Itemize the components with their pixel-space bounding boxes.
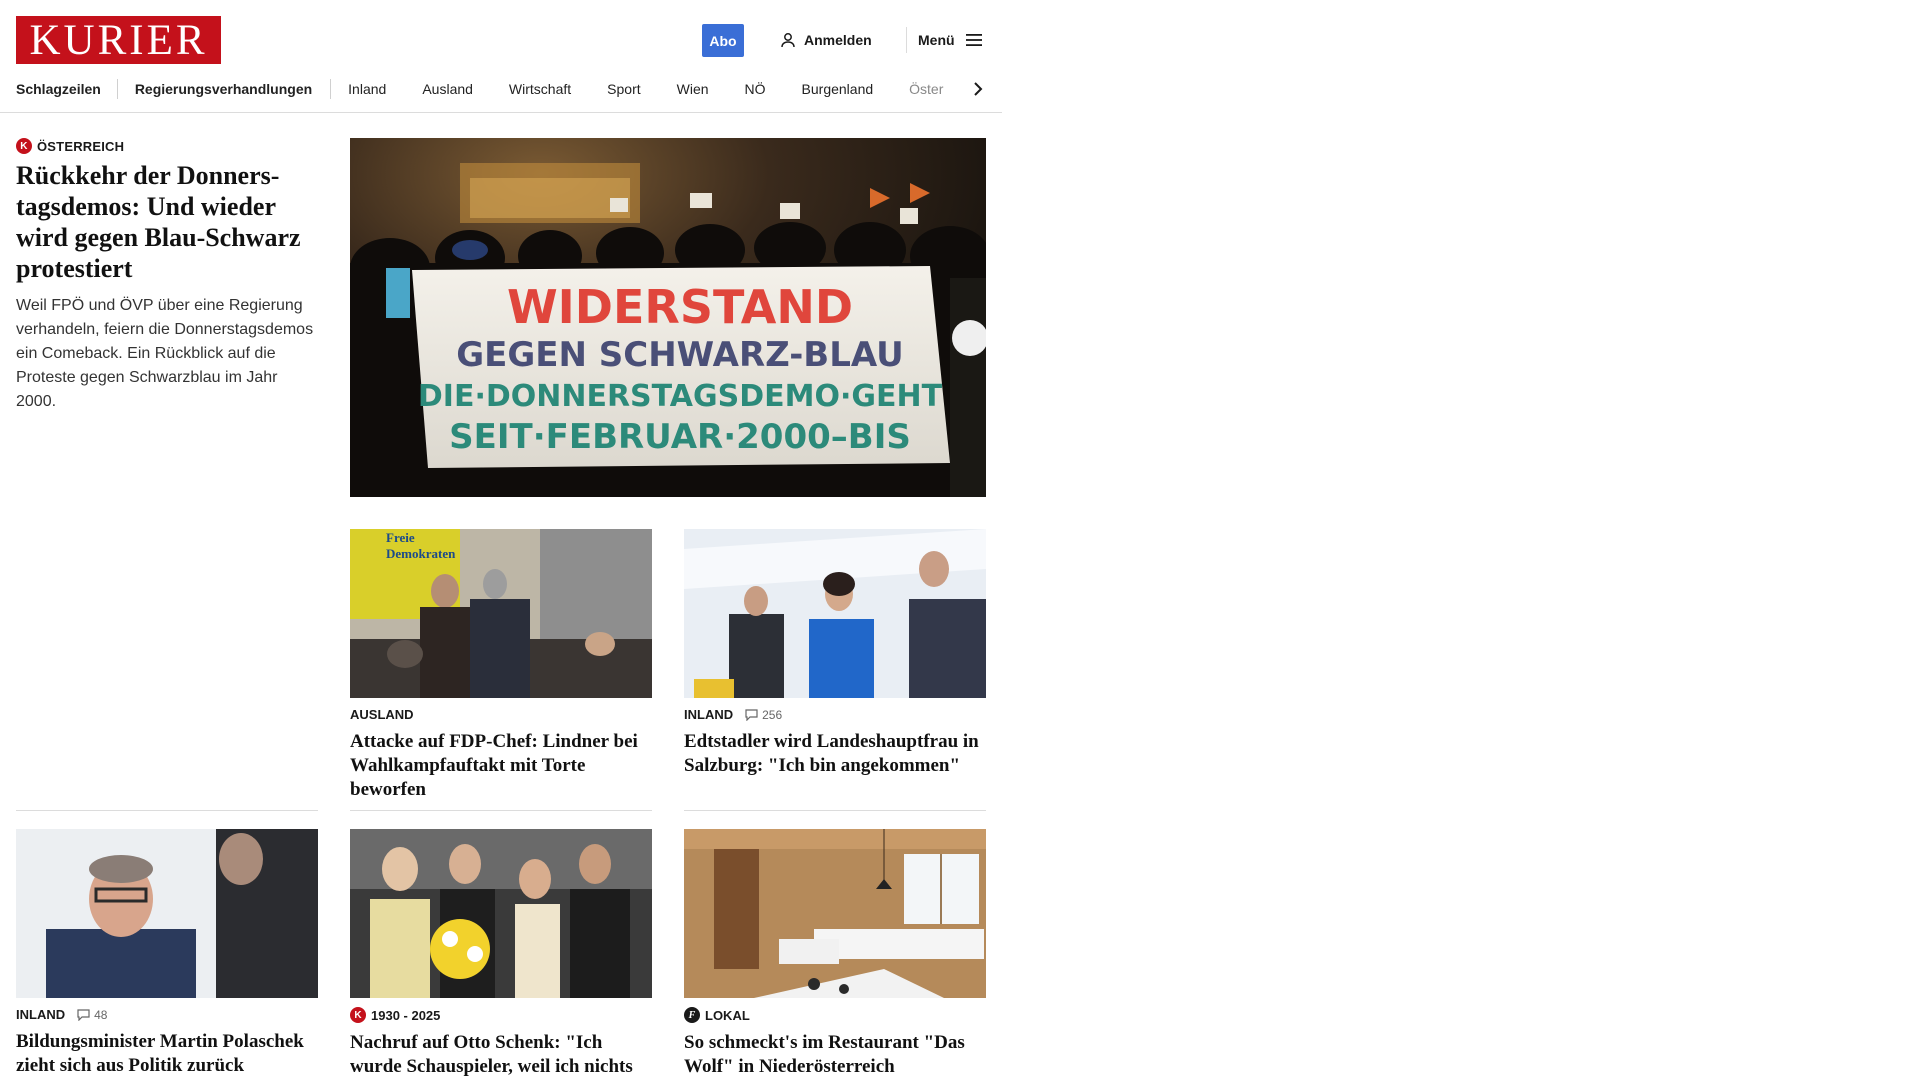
article-card[interactable]: INLAND 256 Edtstadler wird Landeshauptfr… bbox=[684, 529, 986, 778]
article-image[interactable] bbox=[16, 829, 318, 998]
nav-item-burgenland[interactable]: Burgenland bbox=[802, 81, 874, 97]
article-headline[interactable]: Attacke auf FDP-Chef: Lindner bei Wahlka… bbox=[350, 730, 652, 802]
nav-item-inland[interactable]: Inland bbox=[348, 81, 386, 97]
chevron-right-icon bbox=[973, 81, 983, 97]
photo-text-freie: Freie bbox=[386, 530, 415, 545]
banner-text-3: DIE·DONNERSTAGSDEMO·GEHT bbox=[418, 379, 943, 414]
article-headline[interactable]: So schmeckt's im Restaurant "Das Wolf" i… bbox=[684, 1031, 986, 1079]
article-category-group: K 1930 - 2025 bbox=[350, 1007, 440, 1023]
banner-text-1: WIDERSTAND bbox=[507, 280, 853, 334]
nav-item-wien[interactable]: Wien bbox=[677, 81, 709, 97]
menu-label: Menü bbox=[918, 32, 955, 48]
hamburger-icon bbox=[965, 33, 983, 47]
article-headline[interactable]: Nachruf auf Otto Schenk: "Ich wurde Scha… bbox=[350, 1031, 652, 1080]
comment-count[interactable]: 256 bbox=[745, 708, 782, 722]
row-divider bbox=[350, 810, 652, 811]
login-button[interactable]: Anmelden bbox=[780, 29, 872, 51]
nav-scroll-right-button[interactable] bbox=[968, 78, 988, 100]
nav-item-ausland[interactable]: Ausland bbox=[422, 81, 473, 97]
article-image[interactable] bbox=[684, 529, 986, 698]
lead-category-label: ÖSTERREICH bbox=[37, 138, 125, 154]
comment-icon bbox=[745, 708, 758, 721]
article-headline[interactable]: Edtstadler wird Landeshauptfrau in Salzb… bbox=[684, 730, 986, 778]
article-category[interactable]: INLAND bbox=[684, 707, 733, 722]
lead-teaser: Weil FPÖ und ÖVP über eine Regierung ver… bbox=[16, 297, 314, 410]
article-card[interactable]: f LOKAL So schmeckt's im Restaurant "Das… bbox=[684, 829, 986, 1079]
site-header: KURIER Abo Anmelden Menü Schlagzeilen Re… bbox=[0, 0, 1002, 113]
nav-item-noe[interactable]: NÖ bbox=[745, 81, 766, 97]
article-category[interactable]: AUSLAND bbox=[350, 707, 414, 722]
article-image[interactable] bbox=[350, 829, 652, 998]
lead-article[interactable]: K ÖSTERREICH Rückkehr der Donners­tagsde… bbox=[16, 138, 321, 414]
nav-item-schlagzeilen[interactable]: Schlagzeilen bbox=[16, 81, 101, 97]
lead-category: K ÖSTERREICH bbox=[16, 138, 321, 154]
article-category-group: f LOKAL bbox=[684, 1007, 750, 1023]
article-meta: AUSLAND bbox=[350, 707, 652, 722]
lokal-badge-icon: f bbox=[684, 1007, 700, 1023]
login-label: Anmelden bbox=[804, 32, 872, 48]
article-meta: INLAND 48 bbox=[16, 1007, 318, 1022]
logo-text: KURIER bbox=[29, 16, 208, 64]
comment-icon bbox=[77, 1008, 90, 1021]
row-divider bbox=[684, 810, 986, 811]
abo-label: Abo bbox=[709, 32, 737, 49]
kurier-k-icon: K bbox=[350, 1007, 366, 1023]
photo-text-demokraten: Demokraten bbox=[386, 546, 456, 561]
article-category[interactable]: LOKAL bbox=[705, 1008, 750, 1023]
nav-item-regierungsverhandlungen[interactable]: Regierungsverhandlungen bbox=[135, 81, 312, 97]
banner-text-4: SEIT·FEBRUAR·2000–BIS bbox=[449, 417, 911, 457]
nav-item-sport[interactable]: Sport bbox=[607, 81, 640, 97]
article-card[interactable]: Freie Demokraten AUSLAND Attacke auf FDP… bbox=[350, 529, 652, 802]
article-meta: K 1930 - 2025 bbox=[350, 1007, 652, 1023]
article-card[interactable]: K 1930 - 2025 Nachruf auf Otto Schenk: "… bbox=[350, 829, 652, 1080]
section-nav: Schlagzeilen Regierungsverhandlungen Inl… bbox=[16, 78, 984, 100]
comment-count[interactable]: 48 bbox=[77, 1008, 107, 1022]
banner-text-2: GEGEN SCHWARZ-BLAU bbox=[456, 335, 904, 375]
comment-count-value: 256 bbox=[762, 707, 783, 722]
article-image[interactable]: Freie Demokraten bbox=[350, 529, 652, 698]
user-icon bbox=[780, 32, 796, 48]
row-divider bbox=[16, 810, 318, 811]
lead-image[interactable]: WIDERSTAND GEGEN SCHWARZ-BLAU DIE·DONNER… bbox=[350, 138, 986, 497]
kurier-k-icon: K bbox=[16, 138, 32, 154]
header-divider bbox=[906, 27, 907, 53]
nav-divider bbox=[116, 79, 118, 99]
article-category[interactable]: 1930 - 2025 bbox=[371, 1008, 440, 1023]
article-meta: INLAND 256 bbox=[684, 707, 986, 722]
nav-item-wirtschaft[interactable]: Wirtschaft bbox=[509, 81, 571, 97]
lead-headline[interactable]: Rückkehr der Donners­tagsdemos: Und wied… bbox=[16, 160, 321, 284]
abo-button[interactable]: Abo bbox=[702, 24, 744, 57]
nav-divider bbox=[330, 79, 332, 99]
article-image[interactable] bbox=[684, 829, 986, 998]
kurier-logo[interactable]: KURIER bbox=[16, 16, 221, 64]
comment-count-value: 48 bbox=[94, 1007, 108, 1022]
article-category[interactable]: INLAND bbox=[16, 1007, 65, 1022]
nav-item-oesterreich[interactable]: Öster bbox=[909, 81, 943, 97]
article-card[interactable]: INLAND 48 Bildungsminister Martin Pola­s… bbox=[16, 829, 318, 1078]
menu-button[interactable]: Menü bbox=[918, 29, 983, 51]
article-meta: f LOKAL bbox=[684, 1007, 986, 1023]
article-headline[interactable]: Bildungsminister Martin Pola­schek zieht… bbox=[16, 1030, 318, 1078]
